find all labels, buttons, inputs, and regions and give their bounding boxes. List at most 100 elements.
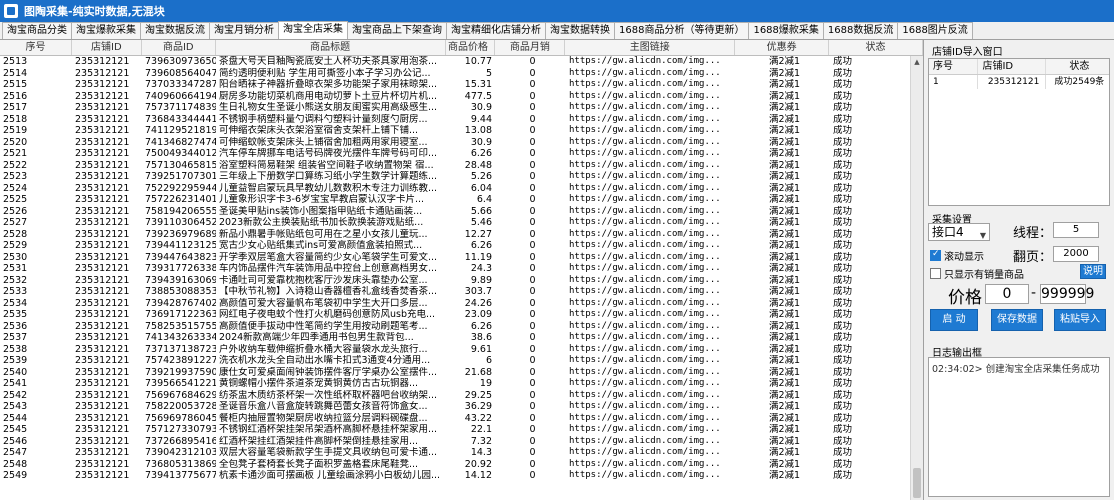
shop-col-status[interactable]: 状态 bbox=[1046, 59, 1109, 74]
tab-item[interactable]: 淘宝商品上下架查询 bbox=[347, 22, 447, 39]
threads-input[interactable]: 5 bbox=[1053, 222, 1099, 238]
tab-item[interactable]: 1688爆款采集 bbox=[748, 22, 824, 39]
table-row[interactable]: 2516 235312121 740960664194 厨房多功能切菜机商用电动切萝卜… bbox=[0, 91, 910, 103]
table-row[interactable]: 2531 235312121 739317726338 车内饰品摆件汽车装饰用品中控台… bbox=[0, 263, 910, 275]
row-image-link: https://gw.alicdn.com/img... bbox=[569, 182, 721, 193]
start-button[interactable]: 启 动 bbox=[930, 309, 978, 331]
table-row[interactable]: 2541 235312121 739566541221 黄铜螺帽小摆件茶道茶宠黄铜黄仿… bbox=[0, 378, 910, 390]
row-image-link: https://gw.alicdn.com/img... bbox=[569, 274, 721, 285]
table-row[interactable]: 2524 235312121 752292295944 儿童益智启蒙玩具早教幼儿数数积… bbox=[0, 183, 910, 195]
col-header-status[interactable]: 状态 bbox=[829, 40, 923, 55]
table-row[interactable]: 2534 235312121 739428767402 高颜值可爱大容量帆布笔袋初中学… bbox=[0, 298, 910, 310]
row-price: 6.04 bbox=[470, 182, 492, 194]
tab-item[interactable]: 1688商品分析（等待更新） bbox=[614, 22, 750, 39]
table-row[interactable]: 2540 235312121 739219937590 康仕女可爱桌面闹钟装饰摆件客厅… bbox=[0, 367, 910, 379]
row-sales: 0 bbox=[529, 309, 536, 320]
table-row[interactable]: 2546 235312121 737266895416 红酒杯架挂红酒架挂件高脚杯架倒… bbox=[0, 436, 910, 448]
table-row[interactable]: 2513 235312121 739630973650 茶盘大号天目釉陶瓷底安土人杯功… bbox=[0, 56, 910, 68]
col-header-product-id[interactable]: 商品ID bbox=[142, 40, 216, 55]
table-row[interactable]: 2520 235312121 741346827474 可伸缩蚊帐支架床头上铺宿舍加粗… bbox=[0, 137, 910, 149]
col-header-seq[interactable]: 序号 bbox=[0, 40, 72, 55]
row-price: 12.27 bbox=[464, 228, 492, 240]
explain-button[interactable]: 说明 bbox=[1080, 264, 1106, 279]
col-header-coupon[interactable]: 优惠券 bbox=[735, 40, 830, 55]
scroll-up-icon[interactable]: ▲ bbox=[911, 56, 923, 68]
table-row[interactable]: 2529 235312121 739441123125 宽古少女心贴纸集式ins可爱高… bbox=[0, 240, 910, 252]
table-row[interactable]: 2538 235312121 737137138723 户外收纳车载伸缩折叠水桶大容量… bbox=[0, 344, 910, 356]
table-row[interactable]: 2519 235312121 741129521819 可伸缩衣架床头衣架浴室宿舍支架… bbox=[0, 125, 910, 137]
table-row[interactable]: 1 235312121 成功2549条 bbox=[929, 75, 1109, 89]
row-status: 成功 bbox=[833, 125, 853, 136]
table-row[interactable]: 2542 235312121 756967684629 纺茶盅木质纺茶杯架一次性纸杯取… bbox=[0, 390, 910, 402]
table-row[interactable]: 2545 235312121 757127330793 不锈钢红酒杯架挂架吊架酒杯高脚… bbox=[0, 424, 910, 436]
table-row[interactable]: 2543 235312121 758220053728 圣诞音乐盒八音盒旋转跳舞芭蕾女… bbox=[0, 401, 910, 413]
col-header-shop-id[interactable]: 店铺ID bbox=[72, 40, 142, 55]
row-shop-id: 235312121 bbox=[75, 148, 130, 159]
app-logo-icon bbox=[4, 4, 18, 18]
only-sales-checkbox[interactable]: 只显示有销量商品 bbox=[930, 266, 1024, 281]
table-row[interactable]: 2527 235312121 739110306452 2023新款公主换装贴纸书加长… bbox=[0, 217, 910, 229]
row-title: 纺茶盅木质纺茶杯架一次性纸杯取杯器吧台收纳架... bbox=[219, 389, 438, 401]
col-header-sales[interactable]: 商品月销 bbox=[495, 40, 566, 55]
table-row[interactable]: 2533 235312121 738853088353 【中秋节礼物】入诗稳山香器檀香… bbox=[0, 286, 910, 298]
table-row[interactable]: 2544 235312121 756969786045 餐柜内抽屉置物架厨房收纳拉篮分… bbox=[0, 413, 910, 425]
table-row[interactable]: 2536 235312121 758253515755 高颜值便手拔动中性笔简约学生用… bbox=[0, 321, 910, 333]
row-product-id: 739447643823 bbox=[145, 251, 216, 263]
col-header-image-link[interactable]: 主图链接 bbox=[565, 40, 736, 55]
row-image-link: https://gw.alicdn.com/img... bbox=[569, 240, 721, 250]
row-coupon: 满2减1 bbox=[768, 113, 801, 125]
table-row[interactable]: 2515 235312121 737033347287 阳台晒袜子神器折叠晾衣架多功能… bbox=[0, 79, 910, 91]
page-input[interactable]: 2000 bbox=[1053, 246, 1099, 262]
table-row[interactable]: 2514 235312121 739608564047 简约透明便利贴 学生用可撕签小… bbox=[0, 68, 910, 80]
tab-item[interactable]: 淘宝商品分类 bbox=[2, 22, 72, 39]
price-max-input[interactable]: 999999 bbox=[1040, 284, 1094, 304]
table-row[interactable]: 2528 235312121 739236979689 新品小鼎暑手帐贴纸包可用在之星… bbox=[0, 229, 910, 241]
shop-col-seq[interactable]: 序号 bbox=[929, 59, 979, 74]
table-row[interactable]: 2521 235312121 750049344012 汽车停车牌挪车电话号码牌夜光摆… bbox=[0, 148, 910, 160]
row-shop-id: 235312121 bbox=[75, 366, 130, 378]
table-row[interactable]: 2532 235312121 739439163069 卡通吐司可爱靠枕抱枕客厅沙发床… bbox=[0, 275, 910, 287]
table-scrollbar[interactable]: ▲ bbox=[910, 56, 923, 500]
log-output[interactable]: 02:34:02> 创建淘宝全店采集任务成功 bbox=[928, 357, 1110, 497]
tab-item[interactable]: 1688数据反流 bbox=[822, 22, 899, 39]
tab-item[interactable]: 淘宝精细化店铺分析 bbox=[446, 22, 546, 39]
table-row[interactable]: 2526 235312121 758194206555 圣诞美甲贴ins装饰小图案指甲… bbox=[0, 206, 910, 218]
paste-import-button[interactable]: 粘贴导入 bbox=[1054, 309, 1106, 331]
table-row[interactable]: 2525 235312121 757226231401 儿童象形识字卡3-6岁宝宝早教… bbox=[0, 194, 910, 206]
row-seq: 2521 bbox=[3, 148, 28, 159]
col-header-title[interactable]: 商品标题 bbox=[216, 40, 446, 55]
row-product-id: 756969786045 bbox=[145, 412, 216, 424]
table-row[interactable]: 2537 235312121 741343263334 2024新款高端少年四季通用书… bbox=[0, 332, 910, 344]
only-sales-label: 只显示有销量商品 bbox=[944, 270, 1024, 281]
row-shop-id: 235312121 bbox=[75, 286, 130, 297]
table-row[interactable]: 2535 235312121 736917122363 网红电子夜电蚊个性打火机磨码创… bbox=[0, 309, 910, 321]
scroll-display-checkbox[interactable]: 滚动显示 bbox=[930, 248, 984, 263]
tab-item[interactable]: 淘宝全店采集 bbox=[278, 21, 348, 39]
tab-item[interactable]: 1688图片反流 bbox=[897, 22, 973, 39]
row-product-id: 752292295944 bbox=[145, 182, 216, 194]
table-row[interactable]: 2530 235312121 739447643823 开学季双层笔盒大容量简约少女心… bbox=[0, 252, 910, 264]
shop-col-id[interactable]: 店铺ID bbox=[978, 59, 1046, 74]
table-row[interactable]: 2522 235312121 757130465815 浴室塑料简易鞋架 组装省空间鞋… bbox=[0, 160, 910, 172]
row-shop-id: 235312121 bbox=[75, 332, 130, 343]
row-status: 成功 bbox=[833, 263, 853, 274]
table-row[interactable]: 2548 235312121 736805313869 全包凳子套椅套长凳子面积罗盖格… bbox=[0, 459, 910, 471]
tab-item[interactable]: 淘宝数据转换 bbox=[545, 22, 615, 39]
table-row[interactable]: 2518 235312121 736843344441 不锈钢手柄塑料量勺调料勺塑料计… bbox=[0, 114, 910, 126]
tab-item[interactable]: 淘宝爆款采集 bbox=[71, 22, 141, 39]
port-select[interactable]: 接口4 ▼ bbox=[928, 223, 990, 241]
tab-item[interactable]: 淘宝月销分析 bbox=[209, 22, 279, 39]
col-header-price[interactable]: 商品价格 bbox=[446, 40, 496, 55]
row-price: 30.9 bbox=[470, 102, 492, 113]
price-min-input[interactable]: 0 bbox=[985, 284, 1029, 304]
table-row[interactable]: 2517 235312121 757371174839 生日礼物女生圣诞小熊送女朋友闺… bbox=[0, 102, 910, 114]
tab-item[interactable]: 淘宝数据反流 bbox=[140, 22, 210, 39]
scrollbar-thumb[interactable] bbox=[913, 468, 921, 498]
save-data-button[interactable]: 保存数据 bbox=[991, 309, 1043, 331]
table-row[interactable]: 2547 235312121 739042312103 双层大容量笔袋新款学生手提文具… bbox=[0, 447, 910, 459]
table-row[interactable]: 2549 235312121 739413775677 杭素卡通沙面可摆画板 儿童绘画… bbox=[0, 470, 910, 482]
table-row[interactable]: 2523 235312121 739251707301 三年级上下册数学口算练习纸小学… bbox=[0, 171, 910, 183]
row-price: 21.68 bbox=[464, 366, 492, 378]
row-seq: 2545 bbox=[3, 424, 28, 435]
table-row[interactable]: 2539 235312121 757423891227 洗衣机水龙头全自动出水嘴卡扣式… bbox=[0, 355, 910, 367]
